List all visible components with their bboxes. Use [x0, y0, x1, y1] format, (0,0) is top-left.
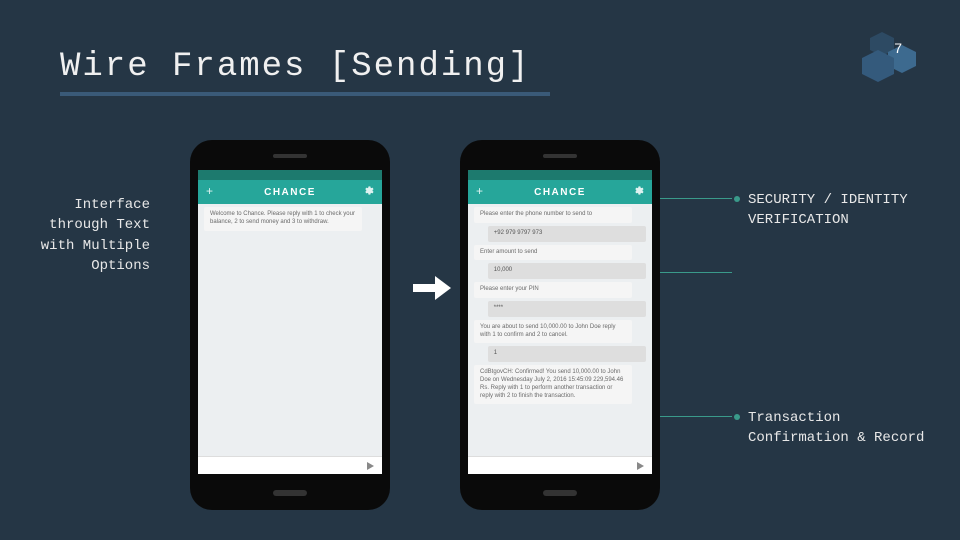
app-title: CHANCE [534, 187, 586, 198]
message-outgoing: 1 [488, 346, 646, 362]
slide-title: Wire Frames [Sending] [60, 48, 550, 96]
phone-screen-2: + CHANCE Please enter the phone number t… [468, 170, 652, 474]
message-incoming: CdBtgovCH: Confirmed! You send 10,000.00… [474, 365, 632, 404]
phone-screen-1: + CHANCE Welcome to Chance. Please reply… [198, 170, 382, 474]
message-input-bar[interactable] [198, 456, 382, 474]
page-number: 7 [894, 40, 902, 56]
left-note: Interface through Text with Multiple Opt… [40, 195, 150, 276]
message-outgoing: +92 979 9797 973 [488, 226, 646, 242]
message-list: Welcome to Chance. Please reply with 1 t… [198, 207, 382, 231]
status-bar [198, 170, 382, 180]
message-outgoing: **** [488, 301, 646, 317]
app-bar: + CHANCE [468, 180, 652, 204]
arrow-right-icon [413, 276, 451, 300]
phone-mockup-1: + CHANCE Welcome to Chance. Please reply… [190, 140, 390, 510]
send-icon[interactable] [367, 462, 374, 470]
callout-confirmation: Transaction Confirmation & Record [748, 408, 928, 449]
phone-speaker [273, 154, 307, 158]
bullet-security [734, 196, 740, 202]
phone-mockup-2: + CHANCE Please enter the phone number t… [460, 140, 660, 510]
message-incoming: Welcome to Chance. Please reply with 1 t… [204, 207, 362, 231]
gear-icon[interactable] [363, 185, 374, 196]
phone-homebar [273, 490, 307, 496]
phone-speaker [543, 154, 577, 158]
callout-security: SECURITY / IDENTITY VERIFICATION [748, 190, 928, 231]
message-outgoing: 10,000 [488, 263, 646, 279]
status-bar [468, 170, 652, 180]
plus-icon[interactable]: + [206, 184, 213, 198]
message-incoming: Please enter the phone number to send to [474, 207, 632, 223]
message-incoming: You are about to send 10,000.00 to John … [474, 320, 632, 344]
bullet-confirmation [734, 414, 740, 420]
phone-homebar [543, 490, 577, 496]
app-bar: + CHANCE [198, 180, 382, 204]
message-incoming: Please enter your PIN [474, 282, 632, 298]
message-list: Please enter the phone number to send to… [468, 207, 652, 404]
hex-decoration [852, 32, 922, 92]
gear-icon[interactable] [633, 185, 644, 196]
app-title: CHANCE [264, 187, 316, 198]
message-input-bar[interactable] [468, 456, 652, 474]
message-incoming: Enter amount to send [474, 245, 632, 261]
plus-icon[interactable]: + [476, 184, 483, 198]
send-icon[interactable] [637, 462, 644, 470]
